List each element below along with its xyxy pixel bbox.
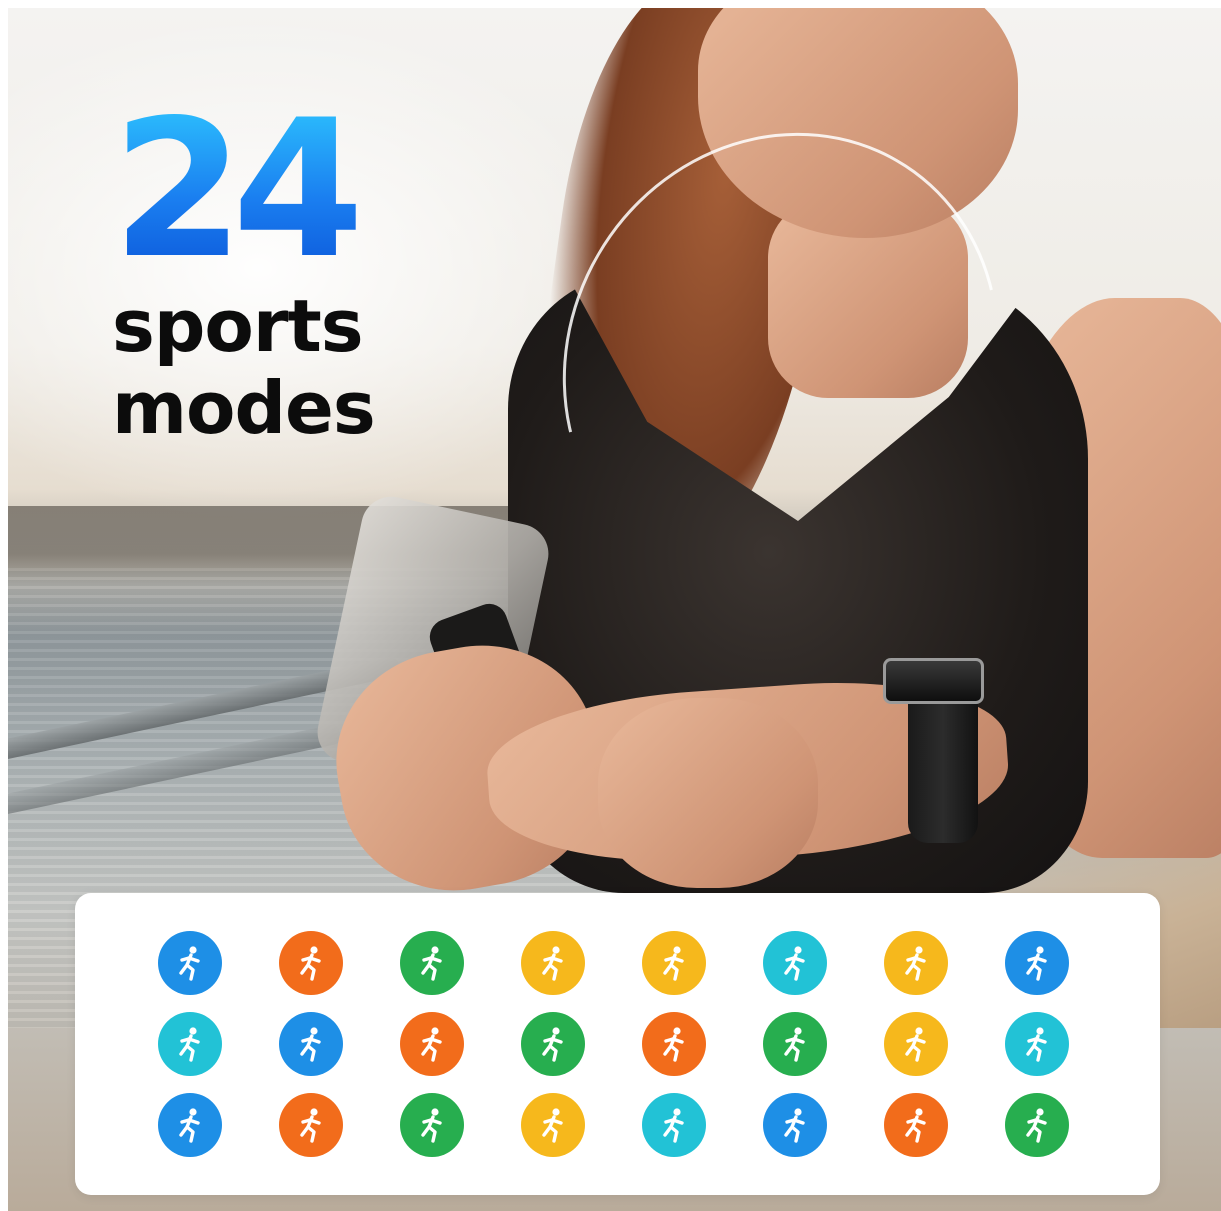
- sports-mode-count: 24: [112, 95, 375, 285]
- yoga-icon: [158, 1093, 222, 1157]
- headline-line-sports: sports: [112, 284, 364, 368]
- cycling-icon: [279, 931, 343, 995]
- gymnastics-icon: [884, 1093, 948, 1157]
- table-tennis-icon: [279, 1012, 343, 1076]
- smartwatch: [883, 658, 984, 704]
- sports-icon-panel: [75, 893, 1160, 1195]
- skiing-icon: [884, 1012, 948, 1076]
- basketball-icon: [1005, 1012, 1069, 1076]
- tennis-icon: [400, 1012, 464, 1076]
- walking-icon: [642, 931, 706, 995]
- jump-rope-icon: [521, 931, 585, 995]
- spinning-bike-icon: [400, 1093, 464, 1157]
- sit-up-icon: [521, 1093, 585, 1157]
- meditation-icon: [279, 1093, 343, 1157]
- hiking-icon: [521, 1012, 585, 1076]
- climbing-icon: [642, 1093, 706, 1157]
- handball-icon: [763, 1012, 827, 1076]
- badminton-icon: [158, 1012, 222, 1076]
- football-icon: [884, 931, 948, 995]
- running-icon: [158, 931, 222, 995]
- sports-icon-grid: [75, 893, 1160, 1195]
- volleyball-icon: [763, 931, 827, 995]
- woman-hand: [598, 698, 818, 888]
- smartwatch-band: [908, 683, 978, 843]
- headline: 24 sports modes: [112, 95, 376, 450]
- swimming-icon: [400, 931, 464, 995]
- baseball-icon: [1005, 931, 1069, 995]
- rowing-icon: [763, 1093, 827, 1157]
- pickleball-icon: [642, 1012, 706, 1076]
- headline-line-modes: modes: [112, 366, 376, 450]
- jumping-jacks-icon: [1005, 1093, 1069, 1157]
